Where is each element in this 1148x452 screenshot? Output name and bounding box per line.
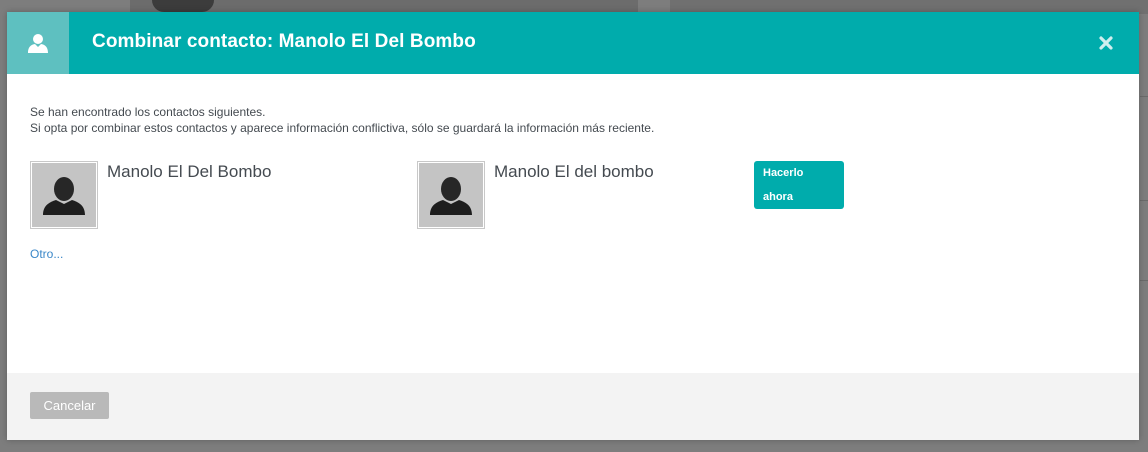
background-divider: [1140, 96, 1148, 97]
intro-line: Si opta por combinar estos contactos y a…: [30, 121, 655, 135]
background-divider: [1140, 200, 1148, 201]
dialog-header: Combinar contacto: Manolo El Del Bombo: [7, 12, 1139, 74]
contact-name: Manolo El del bombo: [494, 162, 654, 181]
default-avatar-icon: [430, 177, 472, 215]
contact-name: Manolo El Del Bombo: [107, 162, 272, 181]
dialog-title: Combinar contacto: Manolo El Del Bombo: [92, 31, 476, 52]
avatar: [30, 161, 98, 229]
background-avatar: [152, 0, 214, 12]
background-divider: [1140, 280, 1148, 281]
other-contact-link[interactable]: Otro...: [30, 247, 63, 261]
dialog-footer: Cancelar: [7, 373, 1139, 440]
avatar: [417, 161, 485, 229]
dialog-body: Se han encontrado los contactos siguient…: [7, 74, 1139, 373]
header-icon-box: [7, 12, 69, 74]
merge-now-button[interactable]: Hacerlo ahora: [754, 161, 844, 209]
intro-line: Se han encontrado los contactos siguient…: [30, 105, 266, 119]
close-icon: [1099, 36, 1113, 50]
close-button[interactable]: [1095, 32, 1117, 54]
user-icon: [28, 34, 48, 53]
default-avatar-icon: [43, 177, 85, 215]
cancel-button[interactable]: Cancelar: [30, 392, 109, 419]
merge-now-label: ahora: [763, 191, 793, 203]
merge-contact-dialog: Combinar contacto: Manolo El Del Bombo S…: [7, 12, 1139, 440]
merge-now-label: Hacerlo: [763, 167, 804, 179]
intro-text: Se han encontrado los contactos siguient…: [30, 104, 654, 136]
